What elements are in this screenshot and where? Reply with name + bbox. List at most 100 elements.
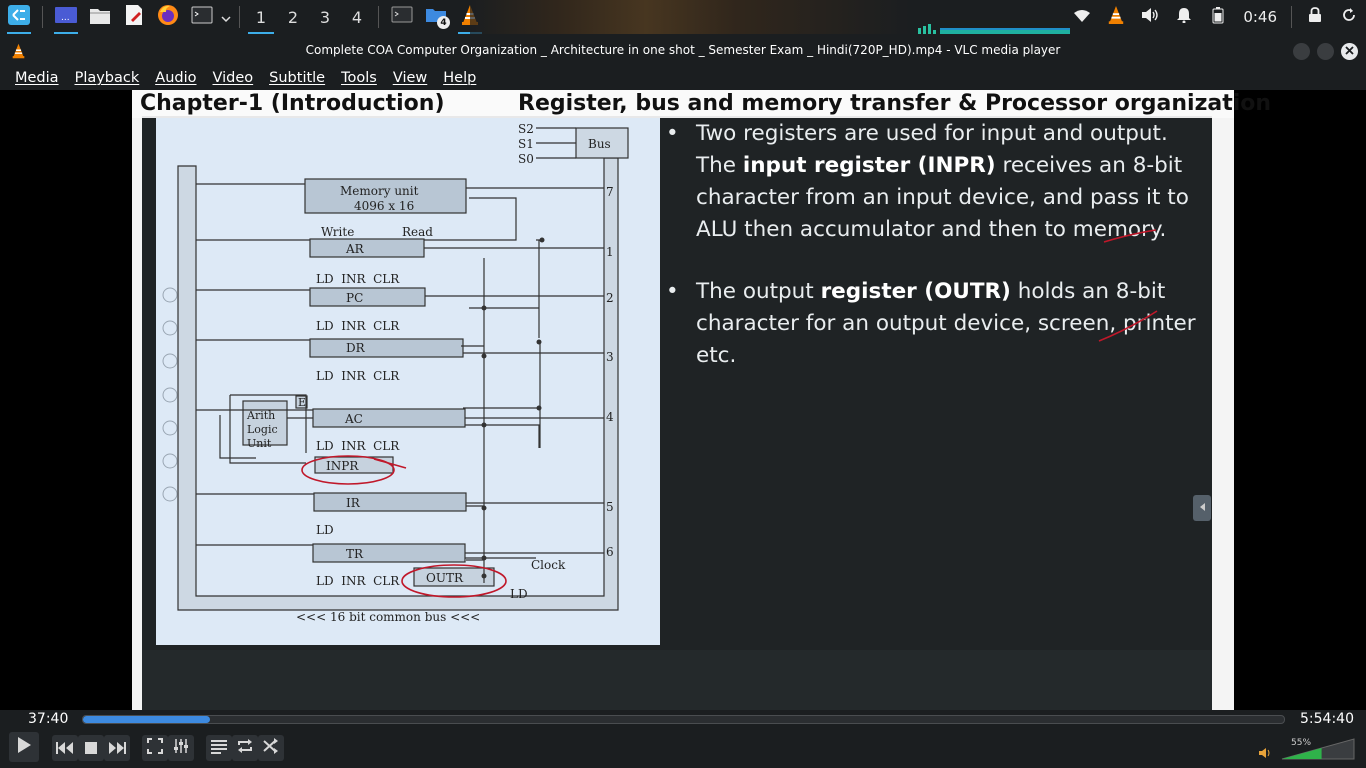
- equalizer-icon: [173, 738, 189, 758]
- skip-back-icon: [56, 739, 74, 758]
- loop-button[interactable]: [232, 735, 258, 761]
- wifi-button[interactable]: [1065, 0, 1099, 34]
- memory-unit-label: Memory unit: [340, 184, 419, 198]
- slide-heading-left: Chapter-1 (Introduction): [140, 91, 445, 116]
- stop-button[interactable]: [78, 735, 104, 761]
- menu-tools[interactable]: Tools: [333, 66, 385, 90]
- bus-number-6: 6: [606, 545, 614, 559]
- previous-button[interactable]: [52, 735, 78, 761]
- register-inpr: INPR: [326, 459, 359, 473]
- menu-view[interactable]: View: [385, 66, 435, 90]
- playlist-button[interactable]: [206, 735, 232, 761]
- total-time[interactable]: 5:54:40: [1300, 711, 1354, 727]
- workspace-4[interactable]: 4: [342, 2, 372, 32]
- menu-help[interactable]: Help: [435, 66, 484, 90]
- control-bar: 55%: [0, 730, 1366, 768]
- register-ir: IR: [346, 496, 361, 510]
- task-terminal[interactable]: [387, 3, 417, 31]
- slide-bullets: Two registers are used for input and out…: [666, 118, 1206, 388]
- bus-number-7: 7: [606, 185, 614, 199]
- text-editor-icon: [123, 3, 145, 31]
- bullet-1-bold: input register (INPR): [742, 153, 996, 178]
- workspace-1[interactable]: 1: [246, 2, 276, 34]
- bus-number-4: 4: [606, 410, 614, 424]
- bus-number-3: 3: [606, 350, 614, 364]
- dr-controls: LD INR CLR: [316, 369, 400, 383]
- register-outr: OUTR: [426, 571, 464, 585]
- bus-number-1: 1: [606, 245, 614, 259]
- volume-slider[interactable]: [1280, 738, 1356, 760]
- network-graph: [918, 24, 1070, 34]
- chevron-left-icon: [1199, 502, 1206, 515]
- slide-heading-right: Register, bus and memory transfer & Proc…: [518, 91, 1272, 116]
- battery-icon: [1212, 6, 1224, 28]
- text-editor-button[interactable]: [119, 3, 149, 31]
- mute-button[interactable]: [1258, 744, 1272, 763]
- shuffle-button[interactable]: [258, 735, 284, 761]
- lock-screen-button[interactable]: [1298, 0, 1332, 34]
- kde-launcher-button[interactable]: [4, 3, 34, 34]
- select-s0: S0: [518, 152, 534, 166]
- menu-playback[interactable]: Playback: [67, 66, 148, 90]
- menu-subtitle[interactable]: Subtitle: [261, 66, 333, 90]
- maximize-button[interactable]: [1317, 43, 1334, 60]
- slide-bottom-band: [142, 650, 1212, 710]
- terminal-button[interactable]: [187, 3, 217, 31]
- play-icon: [16, 736, 32, 758]
- fullscreen-button[interactable]: [142, 735, 168, 761]
- restart-button[interactable]: [1332, 0, 1366, 34]
- bus-number-2: 2: [606, 291, 614, 305]
- extended-settings-button[interactable]: [168, 735, 194, 761]
- volume-tray-button[interactable]: [1133, 0, 1167, 34]
- lock-icon: [1308, 7, 1322, 27]
- close-button[interactable]: [1341, 43, 1358, 60]
- wallpaper-strip: [470, 0, 910, 34]
- outr-ld: LD: [510, 587, 528, 601]
- svg-text:...: ...: [61, 13, 70, 23]
- taskbar-separator: [239, 6, 240, 28]
- speaker-icon: [1141, 7, 1159, 27]
- terminal-window-icon: [391, 5, 413, 29]
- e-flag: E: [298, 396, 306, 409]
- speaker-icon: [1258, 744, 1272, 763]
- common-bus-diagram: S2 S1 S0 Bus Memory unit 4096 x 16 Write…: [162, 122, 629, 624]
- terminal-dropdown[interactable]: [219, 3, 233, 31]
- register-pc: PC: [346, 291, 363, 305]
- skip-forward-icon: [108, 739, 126, 758]
- memory-size-label: 4096 x 16: [354, 199, 414, 213]
- read-label: Read: [402, 225, 433, 239]
- firefox-button[interactable]: [153, 3, 183, 31]
- current-time[interactable]: 37:40: [28, 711, 68, 727]
- vlc-tray-button[interactable]: [1099, 0, 1133, 34]
- bus-label: Bus: [588, 137, 611, 151]
- notifications-button[interactable]: [1167, 0, 1201, 34]
- menu-video[interactable]: Video: [205, 66, 262, 90]
- battery-button[interactable]: [1201, 0, 1235, 34]
- window-title: Complete COA Computer Organization _ Arc…: [305, 43, 1061, 57]
- desktop-pager-button[interactable]: ...: [51, 3, 81, 34]
- menu-audio[interactable]: Audio: [147, 66, 204, 90]
- menu-bar: Media Playback Audio Video Subtitle Tool…: [0, 66, 1366, 90]
- alu-label-1: Arith: [246, 409, 275, 422]
- play-button[interactable]: [9, 732, 39, 762]
- taskbar-separator: [378, 6, 379, 28]
- firefox-icon: [156, 3, 180, 31]
- workspace-2[interactable]: 2: [278, 2, 308, 32]
- screen: ... 1 2 3 4 4 0:46 Complete COA Computer…: [0, 0, 1366, 768]
- video-surface[interactable]: Chapter-1 (Introduction) Register, bus a…: [0, 90, 1366, 710]
- seek-row: 37:40 5:54:40: [0, 710, 1366, 730]
- clock[interactable]: 0:46: [1235, 8, 1285, 26]
- faint-toolbar-icons: [162, 287, 178, 502]
- minimize-button[interactable]: [1293, 43, 1310, 60]
- menu-media[interactable]: Media: [7, 66, 67, 90]
- bell-icon: [1176, 7, 1192, 27]
- workspace-3[interactable]: 3: [310, 2, 340, 32]
- side-panel-toggle[interactable]: [1193, 495, 1211, 521]
- file-manager-button[interactable]: [85, 3, 115, 31]
- next-button[interactable]: [104, 735, 130, 761]
- task-file-manager-group[interactable]: 4: [421, 3, 451, 31]
- loop-icon: [237, 738, 253, 758]
- select-s1: S1: [518, 137, 534, 151]
- shuffle-icon: [263, 738, 279, 758]
- seek-slider[interactable]: [82, 715, 1285, 724]
